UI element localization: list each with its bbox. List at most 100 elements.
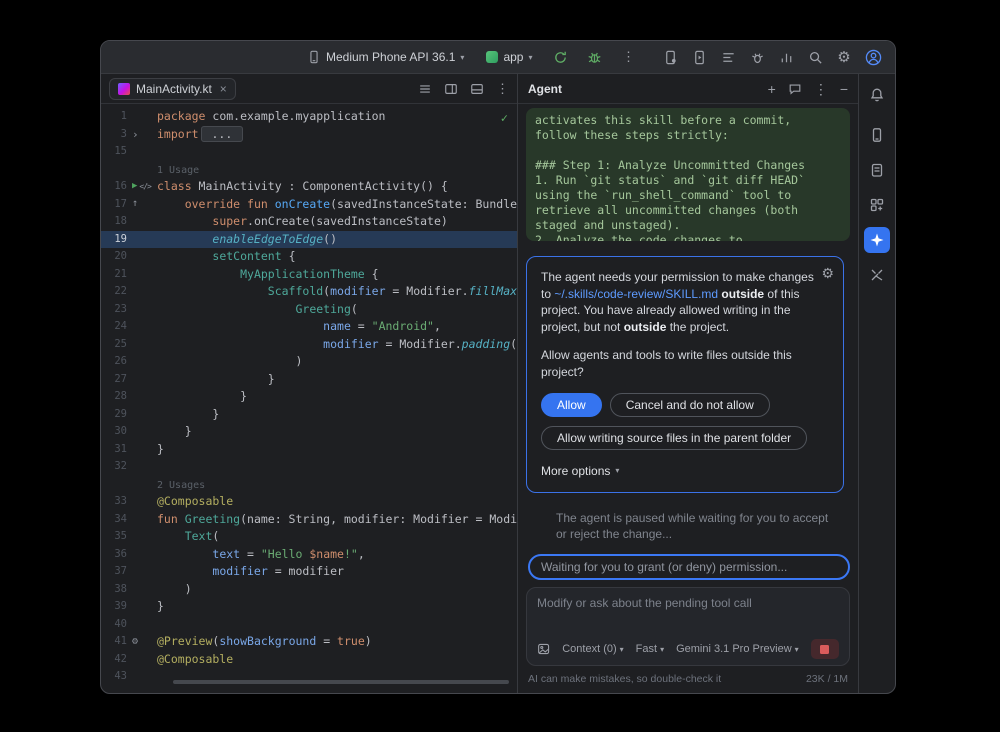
code-text: enableEdgeToEdge() [157, 231, 517, 249]
permission-message: The agent needs your permission to make … [541, 269, 817, 335]
code-line: 37 modifier = modifier [101, 563, 517, 581]
profile-avatar[interactable] [861, 45, 885, 69]
gemini-agent-tool-button[interactable] [864, 227, 890, 253]
hide-panel-icon[interactable]: − [840, 82, 848, 96]
code-text: text = "Hello $name!", [157, 546, 517, 564]
toolbar-right-icons: ⚙ [658, 45, 885, 69]
phone-icon [307, 50, 321, 64]
line-number [101, 476, 127, 494]
code-line: 19 enableEdgeToEdge() [101, 231, 517, 249]
code-line: 21 MyApplicationTheme { [101, 266, 517, 284]
profiler-button[interactable] [774, 45, 798, 69]
code-text: override fun onCreate(savedInstanceState… [157, 196, 517, 214]
code-text: 1 Usage [157, 161, 517, 179]
run-gutter-icon[interactable]: ▶ [132, 182, 137, 191]
gutter [127, 511, 157, 529]
device-manager-button[interactable] [658, 45, 682, 69]
settings-button[interactable]: ⚙ [832, 45, 856, 69]
run-configuration[interactable]: app ▾ [480, 47, 538, 67]
app-quality-insights-button[interactable] [745, 45, 769, 69]
rerun-button[interactable] [548, 45, 572, 69]
more-options-label: More options [541, 463, 610, 480]
gutter [127, 213, 157, 231]
build-tools-button[interactable] [864, 262, 890, 288]
logcat-button[interactable] [716, 45, 740, 69]
context-dropdown[interactable]: Context (0) ▾ [562, 643, 623, 655]
permission-settings-gear-icon[interactable]: ⚙ [821, 266, 834, 280]
code-line: 3›import ... [101, 126, 517, 144]
code-lines: 1 package com.example.myapplication3›impo… [101, 108, 517, 686]
new-chat-icon[interactable]: + [768, 82, 776, 96]
cancel-button[interactable]: Cancel and do not allow [610, 393, 770, 417]
line-number: 25 [101, 336, 127, 354]
permission-buttons: Allow Cancel and do not allow [541, 393, 817, 417]
notifications-button[interactable] [864, 82, 890, 108]
debug-button[interactable] [582, 45, 606, 69]
horizontal-scrollbar[interactable] [173, 680, 509, 684]
resource-manager-tool-button[interactable] [864, 192, 890, 218]
allow-parent-folder-button[interactable]: Allow writing source files in the parent… [541, 426, 807, 450]
gutter [127, 388, 157, 406]
code-line: 18 super.onCreate(savedInstanceState) [101, 213, 517, 231]
code-text [157, 458, 517, 476]
device-selector[interactable]: Medium Phone API 36.1 ▾ [301, 47, 470, 67]
run-controls: Medium Phone API 36.1 ▾ app ▾ ⋮ [301, 45, 640, 69]
inspections-ok-icon[interactable]: ✓ [501, 111, 508, 125]
line-number: 41 [101, 633, 127, 651]
more-options-button[interactable]: More options ▾ [541, 463, 817, 480]
tab-mainactivity[interactable]: MainActivity.kt × [109, 78, 236, 100]
gutter [127, 336, 157, 354]
bell-icon [869, 87, 885, 103]
line-number: 17 [101, 196, 127, 214]
device-manager-tool-button[interactable] [864, 122, 890, 148]
device-manager-icon [663, 50, 678, 65]
stop-square-icon [820, 645, 829, 654]
compose-gutter-icon: </> [139, 183, 150, 191]
line-number: 23 [101, 301, 127, 319]
split-down-icon[interactable] [470, 82, 484, 96]
code-editor[interactable]: 1 package com.example.myapplication3›impo… [101, 104, 517, 693]
code-text [157, 616, 517, 634]
chat-composer[interactable]: Modify or ask about the pending tool cal… [526, 587, 850, 666]
fold-chevron-icon[interactable]: › [132, 129, 139, 140]
composer-controls: Context (0) ▾ Fast ▾ Gemini 3.1 Pro Prev… [537, 639, 839, 659]
structure-list-icon[interactable] [418, 82, 432, 96]
split-right-icon[interactable] [444, 82, 458, 96]
override-gutter-icon[interactable]: ↑ [132, 199, 138, 209]
more-vertical-icon[interactable]: ⋮ [814, 82, 828, 96]
waiting-permission-input[interactable]: Waiting for you to grant (or deny) permi… [528, 554, 850, 580]
stop-generation-button[interactable] [811, 639, 839, 659]
model-dropdown[interactable]: Gemini 3.1 Pro Preview ▾ [676, 643, 799, 655]
more-actions-button[interactable]: ⋮ [616, 45, 640, 69]
android-studio-window: Medium Phone API 36.1 ▾ app ▾ ⋮ [100, 40, 896, 694]
usage-hint[interactable]: 2 Usages [157, 480, 205, 491]
line-number: 1 [101, 108, 127, 126]
desktop-background: Medium Phone API 36.1 ▾ app ▾ ⋮ [0, 0, 1000, 732]
code-line: 38 ) [101, 581, 517, 599]
speed-dropdown[interactable]: Fast ▾ [636, 643, 664, 655]
search-button[interactable] [803, 45, 827, 69]
chevron-down-icon: ▾ [620, 645, 624, 654]
running-devices-button[interactable] [687, 45, 711, 69]
editor-tab-bar: MainActivity.kt × ⋮ [101, 74, 517, 104]
line-number: 34 [101, 511, 127, 529]
agent-paused-status: The agent is paused while waiting for yo… [556, 510, 838, 542]
bug-icon [587, 50, 602, 65]
code-text: name = "Android", [157, 318, 517, 336]
code-text: package com.example.myapplication [157, 108, 517, 126]
skill-file-link[interactable]: ~/.skills/code-review/SKILL.md [554, 287, 718, 301]
line-number: 36 [101, 546, 127, 564]
more-vertical-icon[interactable]: ⋮ [496, 81, 509, 97]
allow-button[interactable]: Allow [541, 393, 602, 417]
context-label: Context (0) [562, 643, 616, 655]
close-icon[interactable]: × [220, 83, 227, 95]
chat-history-icon[interactable] [788, 82, 802, 96]
line-number [101, 161, 127, 179]
attach-image-icon[interactable] [537, 642, 550, 656]
gutter [127, 108, 157, 126]
preview-gutter-icon[interactable]: ⚙ [132, 637, 138, 647]
usage-hint[interactable]: 1 Usage [157, 165, 199, 176]
code-line: 1 package com.example.myapplication [101, 108, 517, 126]
gutter [127, 441, 157, 459]
device-explorer-tool-button[interactable] [864, 157, 890, 183]
